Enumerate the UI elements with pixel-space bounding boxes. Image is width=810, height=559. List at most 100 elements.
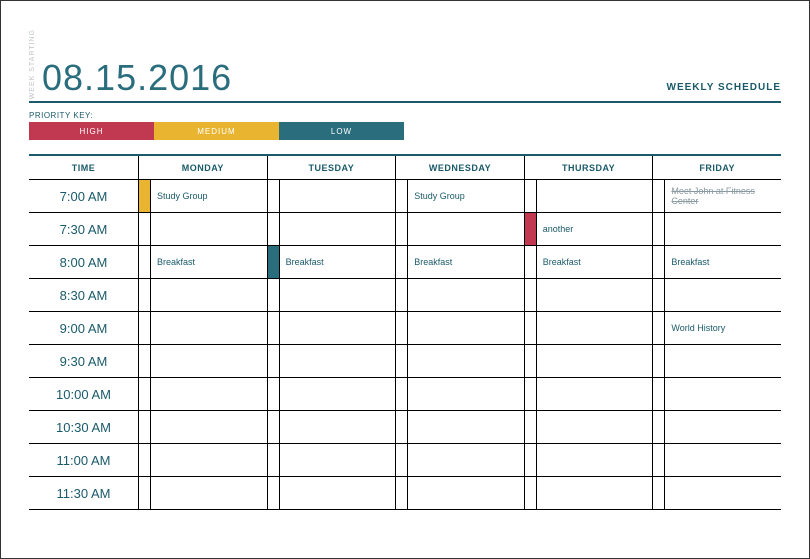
table-row: 10:30 AM <box>29 411 781 444</box>
day-cell[interactable] <box>268 378 397 410</box>
day-cell-content: Study Group <box>408 180 524 212</box>
priority-indicator <box>525 213 537 245</box>
day-cell[interactable] <box>268 279 397 311</box>
priority-indicator <box>525 444 537 476</box>
priority-medium-swatch: MEDIUM <box>154 122 279 140</box>
priority-indicator <box>139 312 151 344</box>
day-cell-content <box>151 213 267 245</box>
day-cell-content <box>151 345 267 377</box>
day-cell[interactable] <box>525 279 654 311</box>
day-cell[interactable] <box>139 444 268 476</box>
priority-indicator <box>139 246 151 278</box>
day-cell-content <box>665 345 781 377</box>
day-cell[interactable]: Breakfast <box>268 246 397 278</box>
table-row: 7:30 AM another <box>29 213 781 246</box>
day-cell[interactable] <box>268 477 397 509</box>
day-cell[interactable]: Breakfast <box>653 246 781 278</box>
day-cell[interactable] <box>525 411 654 443</box>
day-cell-content <box>280 378 396 410</box>
day-cell-content <box>280 312 396 344</box>
day-cell-content <box>408 345 524 377</box>
day-cell-content <box>280 411 396 443</box>
priority-indicator <box>268 345 280 377</box>
time-cell: 7:30 AM <box>29 213 139 245</box>
col-header-tuesday: TUESDAY <box>268 156 397 179</box>
day-cell[interactable] <box>653 477 781 509</box>
time-cell: 11:30 AM <box>29 477 139 509</box>
priority-indicator <box>653 180 665 212</box>
day-cell-content: Breakfast <box>151 246 267 278</box>
day-cell[interactable]: World History <box>653 312 781 344</box>
day-cell-content <box>151 477 267 509</box>
priority-indicator <box>653 246 665 278</box>
day-cell-content <box>151 411 267 443</box>
day-cell[interactable] <box>653 279 781 311</box>
day-cell[interactable]: Breakfast <box>525 246 654 278</box>
day-cell[interactable] <box>525 180 654 212</box>
day-cell[interactable] <box>653 378 781 410</box>
priority-indicator <box>396 312 408 344</box>
day-cell[interactable] <box>396 279 525 311</box>
priority-indicator <box>653 312 665 344</box>
col-header-time: TIME <box>29 156 139 179</box>
priority-indicator <box>525 345 537 377</box>
day-cell[interactable] <box>525 378 654 410</box>
day-cell[interactable] <box>268 312 397 344</box>
grid-body: 7:00 AMStudy GroupStudy GroupMeet John a… <box>29 180 781 510</box>
day-cell[interactable] <box>653 411 781 443</box>
priority-indicator <box>139 477 151 509</box>
day-cell-content: Meet John at Fitness Center <box>665 180 781 212</box>
day-cell[interactable] <box>139 312 268 344</box>
day-cell[interactable] <box>396 345 525 377</box>
day-cell[interactable]: Breakfast <box>139 246 268 278</box>
day-cell[interactable] <box>525 444 654 476</box>
day-cell[interactable] <box>139 411 268 443</box>
priority-indicator <box>268 411 280 443</box>
day-cell[interactable] <box>396 312 525 344</box>
table-row: 10:00 AM <box>29 378 781 411</box>
day-cell-content <box>537 444 653 476</box>
day-cell[interactable] <box>139 213 268 245</box>
day-cell-content <box>280 444 396 476</box>
day-cell[interactable] <box>268 345 397 377</box>
day-cell[interactable] <box>268 213 397 245</box>
day-cell[interactable] <box>396 411 525 443</box>
day-cell[interactable] <box>396 444 525 476</box>
day-cell-content <box>280 477 396 509</box>
day-cell[interactable] <box>396 477 525 509</box>
day-cell-content <box>408 477 524 509</box>
priority-indicator <box>396 378 408 410</box>
priority-indicator <box>268 444 280 476</box>
day-cell[interactable] <box>268 411 397 443</box>
day-cell[interactable] <box>525 477 654 509</box>
day-cell[interactable]: Study Group <box>139 180 268 212</box>
day-cell[interactable] <box>653 213 781 245</box>
day-cell-content <box>280 279 396 311</box>
day-cell[interactable] <box>396 213 525 245</box>
time-cell: 8:00 AM <box>29 246 139 278</box>
day-cell-content <box>151 279 267 311</box>
time-cell: 9:00 AM <box>29 312 139 344</box>
time-cell: 10:30 AM <box>29 411 139 443</box>
day-cell[interactable] <box>525 345 654 377</box>
day-cell[interactable] <box>139 345 268 377</box>
day-cell[interactable] <box>139 279 268 311</box>
priority-indicator <box>653 378 665 410</box>
priority-high-swatch: HIGH <box>29 122 154 140</box>
day-cell[interactable] <box>396 378 525 410</box>
day-cell-content <box>408 279 524 311</box>
day-cell[interactable] <box>525 312 654 344</box>
day-cell[interactable] <box>139 378 268 410</box>
day-cell[interactable] <box>653 444 781 476</box>
day-cell[interactable] <box>139 477 268 509</box>
day-cell[interactable] <box>268 444 397 476</box>
day-cell-content: Breakfast <box>280 246 396 278</box>
day-cell[interactable]: Meet John at Fitness Center <box>653 180 781 212</box>
day-cell[interactable]: Breakfast <box>396 246 525 278</box>
day-cell[interactable] <box>653 345 781 377</box>
day-cell[interactable] <box>268 180 397 212</box>
day-cell[interactable]: Study Group <box>396 180 525 212</box>
week-date: 08.15.2016 <box>42 57 232 99</box>
day-cell[interactable]: another <box>525 213 654 245</box>
day-cell-content <box>280 180 396 212</box>
